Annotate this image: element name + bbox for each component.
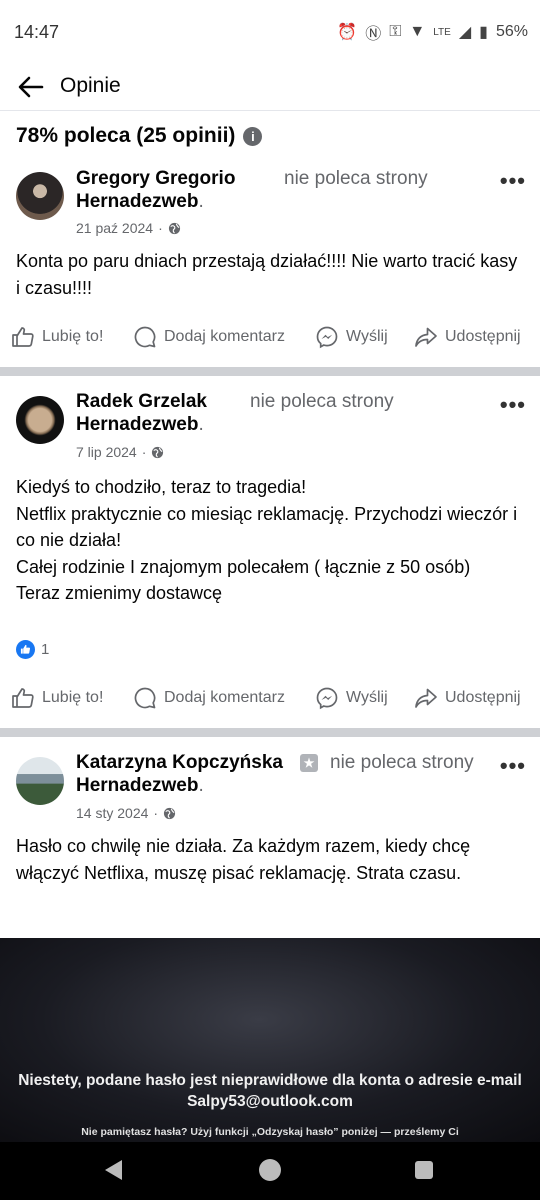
avatar[interactable]: [16, 396, 64, 444]
reactions-summary[interactable]: 1: [16, 640, 49, 659]
page-name-text: Hernadezweb: [76, 775, 199, 796]
page-name[interactable]: Hernadezweb.: [76, 775, 204, 797]
review-post: Katarzyna Kopczyńska ★ nie poleca strony…: [0, 737, 540, 938]
like-label: Lubię to!: [42, 689, 104, 706]
review-text: Hasło co chwilę nie działa. Za każdym ra…: [16, 836, 471, 883]
badge-icon: ★: [300, 754, 318, 772]
meta-separator: ·: [153, 805, 159, 821]
review-post: Gregory Gregorio nie poleca strony Herna…: [0, 164, 540, 367]
page-name[interactable]: Hernadezweb.: [76, 191, 204, 213]
reaction-count: 1: [41, 641, 50, 658]
status-icons: ⏰ Ⓝ ⚿ ▼ LTE ◢ ▮ 56%: [337, 20, 528, 44]
recommendation-status: nie poleca strony: [284, 168, 428, 189]
globe-icon: [152, 446, 164, 458]
comment-icon: [134, 687, 156, 709]
meta-separator: ·: [141, 444, 147, 460]
comment-icon: [134, 326, 156, 348]
post-date[interactable]: 14 sty 2024: [76, 805, 148, 821]
navigation-bar: [0, 1142, 540, 1200]
rating-summary-text: 78% poleca (25 opinii): [16, 124, 236, 147]
nav-recents-icon[interactable]: [415, 1161, 433, 1179]
comment-label: Dodaj komentarz: [164, 689, 285, 706]
review-header: Radek Grzelak nie poleca strony: [76, 390, 516, 414]
wifi-icon: ▼: [409, 23, 426, 40]
avatar[interactable]: [16, 757, 64, 805]
globe-icon: [163, 807, 176, 819]
action-bar: Lubię to! Dodaj komentarz Wyślij Udostęp…: [0, 678, 540, 718]
comment-label: Dodaj komentarz: [164, 328, 285, 345]
signal-icon: ◢: [458, 24, 472, 41]
send-label: Wyślij: [346, 689, 388, 706]
page-name-text: Hernadezweb: [76, 414, 199, 435]
app-bar: Opinie: [0, 64, 540, 111]
more-options-icon[interactable]: •••: [500, 168, 526, 194]
image-hint-text: Nie pamiętasz hasła? Użyj funkcji „Odzys…: [81, 1126, 459, 1138]
recommendation-status: nie poleca strony: [330, 752, 474, 773]
send-label: Wyślij: [346, 328, 388, 345]
more-options-icon[interactable]: •••: [500, 753, 526, 779]
post-date[interactable]: 21 paź 2024: [76, 220, 153, 236]
share-label: Udostępnij: [445, 689, 521, 706]
page-title: Opinie: [60, 74, 121, 97]
page-name[interactable]: Hernadezweb.: [76, 414, 204, 436]
battery-icon: ▮: [479, 24, 488, 41]
thumbs-up-icon: [12, 688, 34, 708]
post-divider: [0, 728, 540, 737]
thumbs-up-icon: [12, 327, 34, 347]
nav-home-icon[interactable]: [259, 1159, 281, 1181]
like-reaction-icon: [16, 640, 35, 659]
network-type: LTE: [433, 26, 451, 38]
nfc-icon: Ⓝ: [365, 26, 382, 43]
like-button[interactable]: Lubię to!: [11, 325, 103, 349]
author-name[interactable]: Katarzyna Kopczyńska: [76, 752, 283, 773]
image-error-message: Niestety, podane hasło jest nieprawidłow…: [18, 1072, 522, 1110]
page-name-dot: .: [198, 414, 204, 435]
share-button[interactable]: Udostępnij: [414, 686, 521, 710]
post-meta: 14 sty 2024 ·: [76, 805, 176, 821]
page-name-text: Hernadezweb: [76, 191, 199, 212]
send-button[interactable]: Wyślij: [315, 686, 388, 710]
page-name-dot: .: [198, 191, 204, 212]
like-button[interactable]: Lubię to!: [11, 686, 103, 710]
key-icon: ⚿: [389, 23, 402, 40]
review-header: Katarzyna Kopczyńska ★ nie poleca strony: [76, 751, 516, 775]
meta-separator: ·: [158, 220, 163, 236]
like-label: Lubię to!: [42, 328, 104, 345]
author-name[interactable]: Gregory Gregorio: [76, 168, 235, 189]
more-options-icon[interactable]: •••: [500, 392, 526, 418]
share-button[interactable]: Udostępnij: [414, 325, 521, 349]
rating-summary: 78% poleca (25 opinii) i: [16, 124, 263, 148]
status-time: 14:47: [14, 22, 60, 42]
page-name-dot: .: [198, 775, 204, 796]
share-icon: [415, 327, 437, 347]
send-button[interactable]: Wyślij: [315, 325, 388, 349]
review-post: Radek Grzelak nie poleca strony Hernadez…: [0, 376, 540, 728]
action-bar: Lubię to! Dodaj komentarz Wyślij Udostęp…: [0, 317, 540, 357]
post-image[interactable]: Niestety, podane hasło jest nieprawidłow…: [0, 938, 540, 1142]
back-arrow-icon[interactable]: [16, 72, 46, 102]
recommendation-status: nie poleca strony: [250, 391, 394, 412]
share-label: Udostępnij: [445, 328, 521, 345]
post-meta: 21 paź 2024 ·: [76, 220, 181, 236]
review-text: Kiedyś to chodziło, teraz to tragedia! N…: [16, 477, 518, 603]
nav-back-icon[interactable]: [105, 1160, 122, 1180]
author-name[interactable]: Radek Grzelak: [76, 391, 207, 412]
avatar[interactable]: [16, 172, 64, 220]
post-meta: 7 lip 2024 ·: [76, 444, 164, 460]
alarm-icon: ⏰: [337, 24, 358, 41]
review-text: Konta po paru dniach przestają działać!!…: [16, 251, 518, 298]
status-bar: 14:47 ⏰ Ⓝ ⚿ ▼ LTE ◢ ▮ 56%: [0, 0, 540, 64]
globe-icon: [168, 222, 180, 234]
comment-button[interactable]: Dodaj komentarz: [133, 325, 285, 349]
post-date[interactable]: 7 lip 2024: [76, 444, 137, 460]
post-divider: [0, 367, 540, 376]
battery-level: 56%: [495, 23, 528, 40]
share-icon: [415, 688, 437, 708]
messenger-icon: [316, 687, 338, 710]
comment-button[interactable]: Dodaj komentarz: [133, 686, 285, 710]
info-icon[interactable]: i: [243, 126, 263, 146]
review-header: Gregory Gregorio nie poleca strony: [76, 167, 516, 191]
messenger-icon: [316, 326, 338, 349]
